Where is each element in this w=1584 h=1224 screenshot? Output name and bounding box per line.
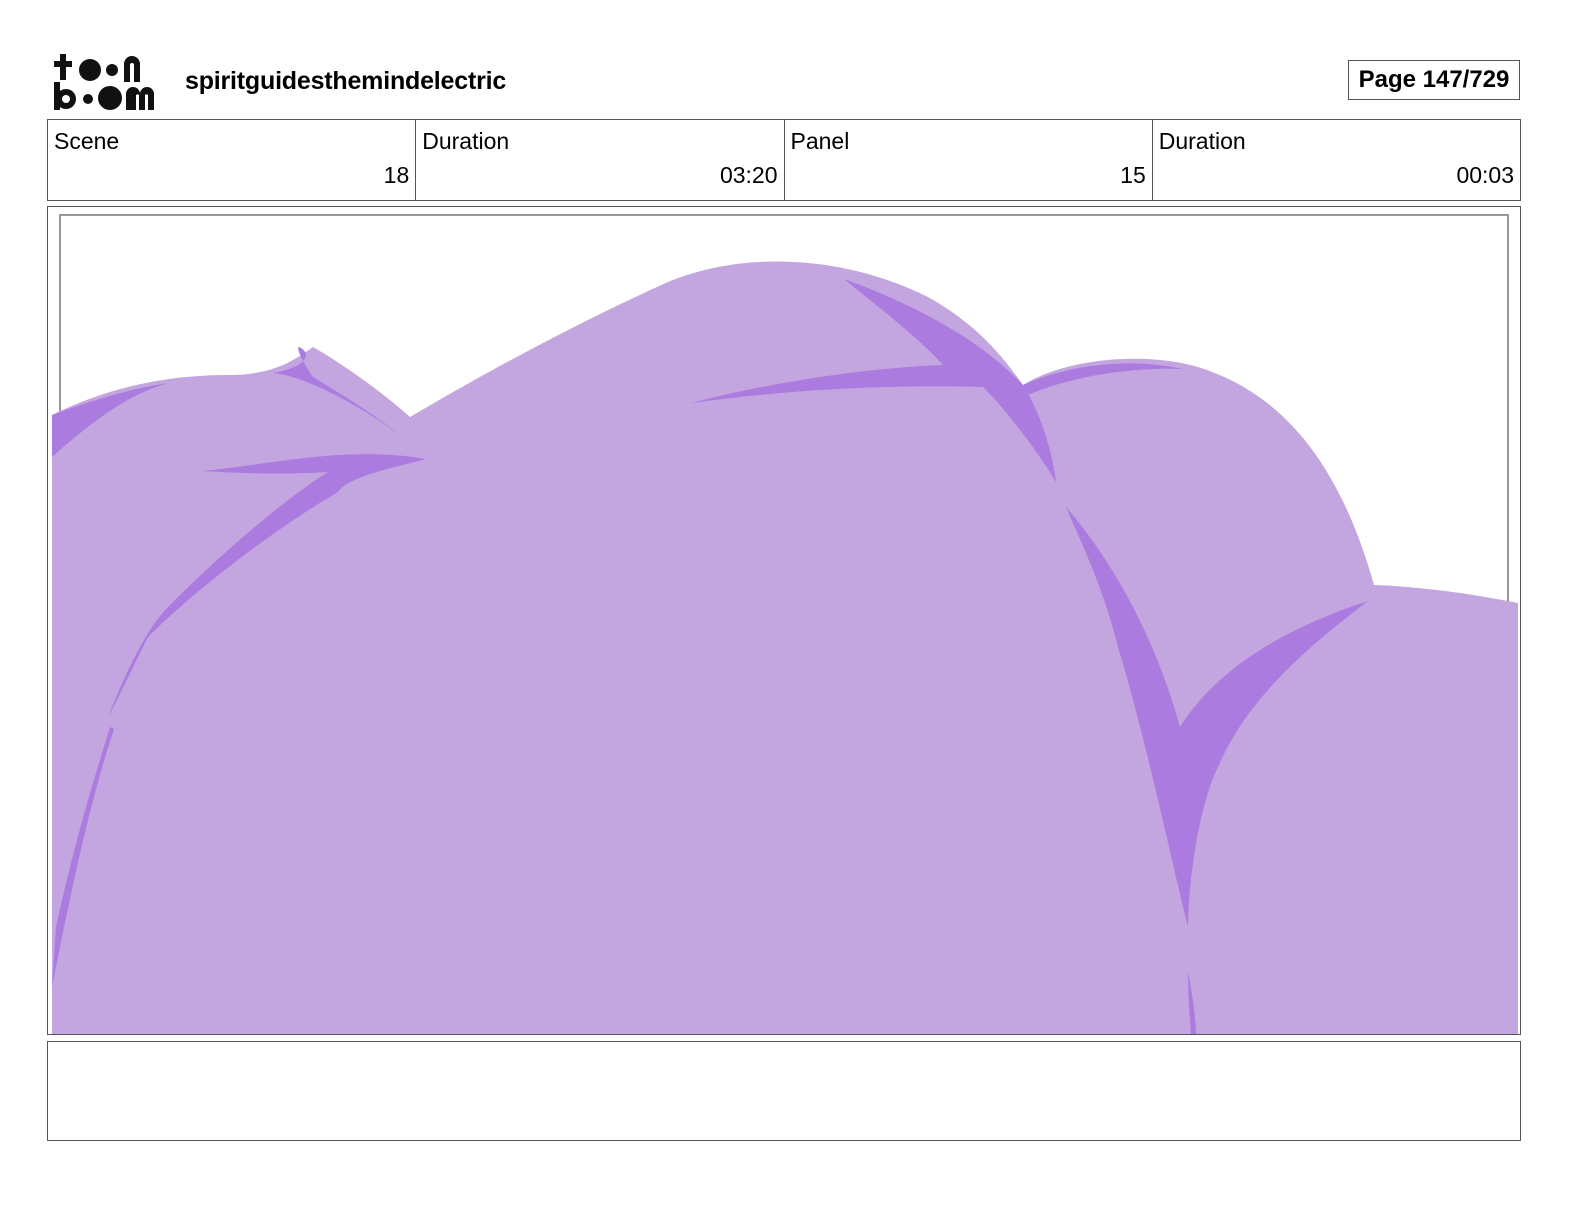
panel-duration-label: Duration [1158,128,1246,154]
panel-drawing [52,214,1518,1034]
panel-duration-cell: Duration 00:03 [1153,120,1520,200]
project-title: spiritguidesthemindelectric [185,67,507,95]
storyboard-panel-image [47,206,1521,1035]
panel-value: 15 [1120,162,1146,188]
scene-duration-cell: Duration 03:20 [416,120,785,200]
panel-info-table: Scene 18 Duration 03:20 Panel 15 Duratio… [47,119,1521,201]
scene-duration-value: 03:20 [719,162,778,188]
page-indicator: Page 147/729 [1348,60,1520,100]
scene-duration-label: Duration [422,128,510,154]
panel-duration-value: 00:03 [1456,162,1514,188]
scene-cell: Scene 18 [48,120,417,200]
scene-value: 18 [383,162,410,188]
panel-label: Panel [790,128,850,154]
scene-label: Scene [54,128,120,154]
panel-notes-box [47,1041,1521,1141]
toon-boom-logo [52,52,164,112]
panel-cell: Panel 15 [785,120,1153,200]
page-label: Page 147/729 [1358,66,1510,93]
